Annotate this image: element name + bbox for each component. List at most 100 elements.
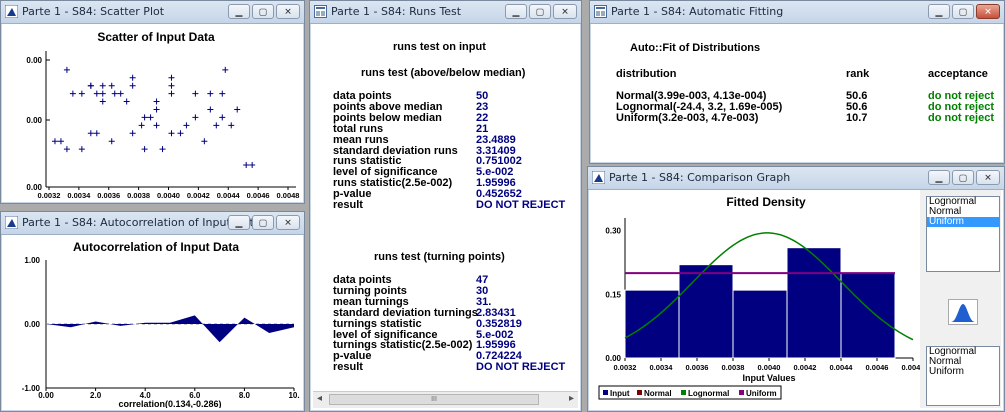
scatter-point xyxy=(159,146,166,153)
automatic-fitting-window[interactable]: Parte 1 - S84: Automatic Fitting ▁ ▢ ✕ A… xyxy=(589,0,1005,164)
scatter-point xyxy=(117,90,124,97)
autocorrelation-titlebar[interactable]: Parte 1 - S84: Autocorrelation of Input … xyxy=(1,212,304,235)
minimize-icon: ▁ xyxy=(235,6,243,16)
scroll-left-arrow[interactable]: ◂ xyxy=(317,393,322,404)
x-tick-label: 0.0048 xyxy=(902,363,920,372)
distribution-list-item[interactable]: Uniform xyxy=(927,217,999,227)
x-tick-label: 0.00 xyxy=(38,391,54,400)
scatter-point xyxy=(78,90,85,97)
minimize-button[interactable]: ▁ xyxy=(928,170,950,185)
window-title: Parte 1 - S84: Runs Test xyxy=(331,5,462,18)
chart-app-icon xyxy=(592,171,605,184)
stat-value: DO NOT REJECT xyxy=(476,361,566,374)
section-heading: runs test (turning points) xyxy=(374,251,505,263)
column-header-distribution: distribution xyxy=(616,68,677,80)
scatter-plot-titlebar[interactable]: Parte 1 - S84: Scatter Plot ▁ ▢ ✕ xyxy=(1,1,304,24)
close-button[interactable]: ✕ xyxy=(976,4,1000,19)
scatter-point xyxy=(177,130,184,137)
scatter-plot-area: Scatter of Input Data 0.00 0.00 0.00 0.003… xyxy=(4,24,301,200)
window-title: Parte 1 - S84: Scatter Plot xyxy=(22,5,165,18)
close-button[interactable]: ✕ xyxy=(276,4,300,19)
scatter-point xyxy=(63,146,70,153)
scatter-plot-window[interactable]: Parte 1 - S84: Scatter Plot ▁ ▢ ✕ Scatte… xyxy=(0,0,305,204)
close-icon: ✕ xyxy=(561,6,569,16)
report-icon xyxy=(314,5,327,18)
close-button[interactable]: ✕ xyxy=(276,215,300,230)
scatter-point xyxy=(108,82,115,89)
column-header-rank: rank xyxy=(846,68,870,80)
legend-swatch xyxy=(739,390,744,395)
y-tick-label: 1.00 xyxy=(24,256,40,265)
comparison-graph-titlebar[interactable]: Parte 1 - S84: Comparison Graph ▁ ▢ ✕ xyxy=(588,167,1004,190)
histogram-bar xyxy=(840,272,896,359)
x-tick-label: 0.0032 xyxy=(614,363,637,372)
scatter-point xyxy=(129,82,136,89)
minimize-button[interactable]: ▁ xyxy=(505,4,527,19)
scatter-point xyxy=(147,114,154,121)
scatter-point xyxy=(78,146,85,153)
maximize-button[interactable]: ▢ xyxy=(529,4,551,19)
distribution-list-bottom[interactable]: Lognormal Normal Uniform xyxy=(926,346,1000,406)
scatter-point xyxy=(153,98,160,105)
x-tick-label: 0.0044 xyxy=(830,363,854,372)
runs-test-window[interactable]: Parte 1 - S84: Runs Test ▁ ▢ ✕ runs test… xyxy=(309,0,582,412)
y-tick-label: 0.15 xyxy=(605,290,621,299)
x-axis-label: correlation(0.134,-0.286) xyxy=(118,399,221,408)
scroll-thumb[interactable]: III xyxy=(329,394,539,405)
scroll-grip: III xyxy=(431,396,437,403)
rank-value: 10.7 xyxy=(846,112,868,124)
distribution-preview-button[interactable] xyxy=(948,299,978,325)
scroll-right-arrow[interactable]: ▸ xyxy=(569,393,574,404)
report-icon xyxy=(594,5,607,18)
maximize-button[interactable]: ▢ xyxy=(252,4,274,19)
scatter-point xyxy=(123,98,130,105)
distribution-list-item[interactable]: Uniform xyxy=(927,367,999,377)
close-button[interactable]: ✕ xyxy=(976,170,1000,185)
legend-label: Lognormal xyxy=(688,389,729,398)
distribution-list-top[interactable]: Lognormal Normal Uniform xyxy=(926,196,1000,272)
x-tick-label: 0.0032 xyxy=(38,191,61,200)
window-title: Parte 1 - S84: Comparison Graph xyxy=(609,171,791,184)
acceptance-value: do not reject xyxy=(928,112,995,124)
x-tick-label: 0.0040 xyxy=(758,363,781,372)
horizontal-scrollbar[interactable]: ◂ III ▸ xyxy=(313,391,578,408)
maximize-button[interactable]: ▢ xyxy=(252,215,274,230)
runs-test-titlebar[interactable]: Parte 1 - S84: Runs Test ▁ ▢ ✕ xyxy=(310,1,581,24)
legend-swatch xyxy=(603,390,608,395)
autocorrelation-area-series xyxy=(46,315,294,343)
autocorrelation-window[interactable]: Parte 1 - S84: Autocorrelation of Input … xyxy=(0,211,305,412)
x-tick-label: 0.0036 xyxy=(686,363,709,372)
stat-label: result xyxy=(333,361,363,374)
scatter-point xyxy=(228,122,235,129)
scatter-point xyxy=(192,90,199,97)
close-button[interactable]: ✕ xyxy=(553,4,577,19)
scatter-point xyxy=(57,138,64,145)
legend-label: Normal xyxy=(644,389,672,398)
window-title: Parte 1 - S84: Autocorrelation of Input … xyxy=(22,216,261,229)
minimize-button[interactable]: ▁ xyxy=(228,4,250,19)
x-tick-label: 10. xyxy=(288,391,299,400)
histogram-bar xyxy=(624,289,680,359)
scatter-point xyxy=(87,82,94,89)
scatter-point xyxy=(51,138,58,145)
maximize-button[interactable]: ▢ xyxy=(952,4,974,19)
comparison-graph-area: Fitted Density 0.30 0.15 0.00 0.0032 0.0034… xyxy=(591,190,1001,408)
y-tick-label: 0.30 xyxy=(605,227,621,236)
scatter-point xyxy=(153,122,160,129)
minimize-button[interactable]: ▁ xyxy=(228,215,250,230)
scatter-point xyxy=(93,90,100,97)
minimize-button[interactable]: ▁ xyxy=(928,4,950,19)
report-heading: Auto::Fit of Distributions xyxy=(630,42,761,54)
maximize-icon: ▢ xyxy=(258,217,268,227)
scatter-point xyxy=(222,66,229,73)
automatic-fitting-titlebar[interactable]: Parte 1 - S84: Automatic Fitting ▁ ▢ ✕ xyxy=(590,1,1004,24)
maximize-button[interactable]: ▢ xyxy=(952,170,974,185)
scatter-point xyxy=(243,161,250,168)
minimize-icon: ▁ xyxy=(512,6,520,16)
scatter-point xyxy=(93,130,100,137)
scatter-point xyxy=(87,130,94,137)
comparison-graph-window[interactable]: Parte 1 - S84: Comparison Graph ▁ ▢ ✕ Fi… xyxy=(587,166,1005,412)
scatter-point xyxy=(111,90,118,97)
x-tick-label: 0.0040 xyxy=(157,191,180,200)
scatter-point xyxy=(168,74,175,81)
